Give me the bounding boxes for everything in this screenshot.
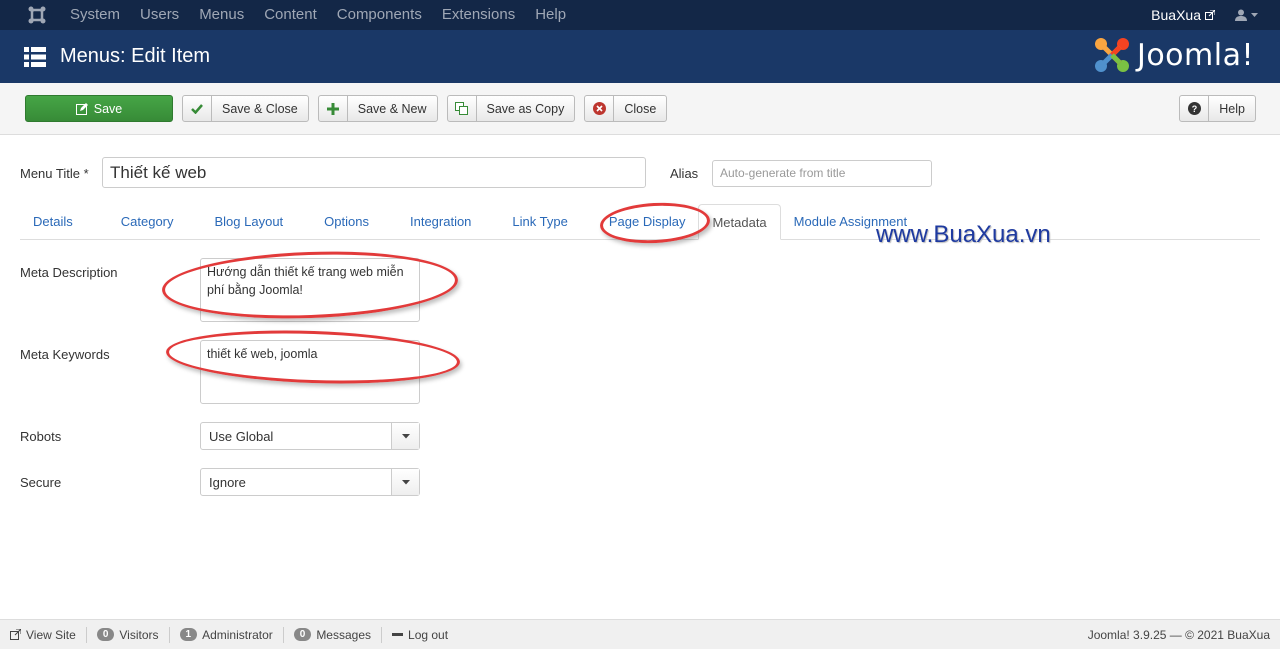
visitors-count-badge: 0 <box>96 628 115 641</box>
save-close-label: Save & Close <box>222 101 298 116</box>
robots-value: Use Global <box>209 428 274 444</box>
messages-label: Messages <box>316 627 372 642</box>
robots-label: Robots <box>20 429 62 444</box>
nav-components[interactable]: Components <box>327 0 432 30</box>
tab-integration[interactable]: Integration <box>382 204 484 240</box>
logout-label: Log out <box>408 627 449 642</box>
administrator-label: Administrator <box>202 627 273 642</box>
visitors-label: Visitors <box>119 627 159 642</box>
edit-icon <box>75 96 88 121</box>
plus-icon <box>319 96 348 121</box>
tab-page-display[interactable]: Page Display <box>581 204 699 240</box>
tab-details[interactable]: Details <box>20 204 86 240</box>
secure-value: Ignore <box>209 474 246 490</box>
menu-title-label: Menu Title * <box>20 166 89 181</box>
secure-select[interactable]: Ignore <box>200 468 420 496</box>
external-link-icon <box>1205 10 1215 20</box>
toolbar: Save Save & Close Save & New Save as Cop… <box>0 83 1280 135</box>
nav-system[interactable]: System <box>60 0 130 30</box>
save-copy-label: Save as Copy <box>486 101 565 116</box>
caret-down-icon <box>1251 12 1258 17</box>
tab-link-type[interactable]: Link Type <box>484 204 580 240</box>
tab-category[interactable]: Category <box>86 204 187 240</box>
secure-label: Secure <box>20 475 62 490</box>
help-button[interactable]: ? Help <box>1179 95 1256 122</box>
messages-link[interactable]: 0 Messages <box>284 626 383 643</box>
close-label: Close <box>624 101 657 116</box>
watermark: www.BuaXua.vn <box>876 221 1051 248</box>
tab-metadata[interactable]: Metadata <box>698 204 781 240</box>
tab-bar: Details Category Blog Layout Options Int… <box>20 204 1260 240</box>
nav-help[interactable]: Help <box>525 0 576 30</box>
svg-text:?: ? <box>1192 104 1198 114</box>
minus-icon <box>392 633 404 636</box>
copy-icon <box>448 96 477 121</box>
view-site-label: View Site <box>26 627 76 642</box>
page-header: Menus: Edit Item Joomla! <box>0 30 1280 83</box>
close-circle-icon <box>585 96 615 121</box>
menu-title-input[interactable]: Thiết kế web <box>102 157 646 188</box>
check-icon <box>183 96 212 121</box>
nav-menus[interactable]: Menus <box>189 0 254 30</box>
question-icon: ? <box>1180 96 1210 121</box>
status-bar: View Site 0 Visitors 1 Administrator 0 M… <box>0 619 1280 649</box>
alias-input[interactable]: Auto-generate from title <box>712 160 932 187</box>
meta-description-textarea[interactable]: Hướng dẫn thiết kế trang web miễn phí bằ… <box>200 258 420 322</box>
help-label: Help <box>1219 101 1245 116</box>
user-icon <box>1235 9 1247 21</box>
top-navbar: System Users Menus Content Components Ex… <box>0 0 1280 30</box>
joomla-wordmark: Joomla! <box>1136 37 1254 73</box>
joomla-logo-icon <box>1094 38 1129 72</box>
user-menu[interactable] <box>1235 9 1258 21</box>
nav-content[interactable]: Content <box>254 0 327 30</box>
save-new-button[interactable]: Save & New <box>317 95 438 122</box>
tab-options[interactable]: Options <box>296 204 382 240</box>
alias-label: Alias <box>670 166 699 181</box>
edit-form: Menu Title * Thiết kế web Alias Auto-gen… <box>0 135 1280 619</box>
save-close-button[interactable]: Save & Close <box>182 95 309 122</box>
admin-count-badge: 1 <box>179 628 198 641</box>
logout-link[interactable]: Log out <box>382 627 458 643</box>
nav-menu: System Users Menus Content Components Ex… <box>60 0 576 30</box>
page-title: Menus: Edit Item <box>60 45 211 67</box>
meta-keywords-textarea[interactable]: thiết kế web, joomla <box>200 340 420 404</box>
view-site-link[interactable]: View Site <box>10 626 87 643</box>
joomla-small-icon[interactable] <box>22 0 52 30</box>
nav-users[interactable]: Users <box>130 0 189 30</box>
robots-select[interactable]: Use Global <box>200 422 420 450</box>
list-icon <box>24 46 46 67</box>
save-button[interactable]: Save <box>25 95 173 122</box>
chevron-down-icon <box>391 469 419 495</box>
messages-count-badge: 0 <box>293 628 312 641</box>
meta-description-label: Meta Description <box>20 265 118 280</box>
tab-blog-layout[interactable]: Blog Layout <box>187 204 297 240</box>
save-copy-button[interactable]: Save as Copy <box>446 95 576 122</box>
site-name: BuaXua <box>1151 7 1201 23</box>
close-button[interactable]: Close <box>584 95 668 122</box>
visitors-link[interactable]: 0 Visitors <box>87 626 170 643</box>
version-text: Joomla! 3.9.25 — © 2021 BuaXua <box>1087 627 1270 642</box>
administrator-link[interactable]: 1 Administrator <box>170 626 284 643</box>
save-label: Save <box>93 101 123 116</box>
meta-keywords-label: Meta Keywords <box>20 347 110 362</box>
nav-extensions[interactable]: Extensions <box>432 0 525 30</box>
joomla-logo: Joomla! <box>1093 36 1254 74</box>
save-new-label: Save & New <box>357 101 427 116</box>
site-link[interactable]: BuaXua <box>1151 7 1215 23</box>
external-link-icon <box>10 629 21 640</box>
chevron-down-icon <box>391 423 419 449</box>
